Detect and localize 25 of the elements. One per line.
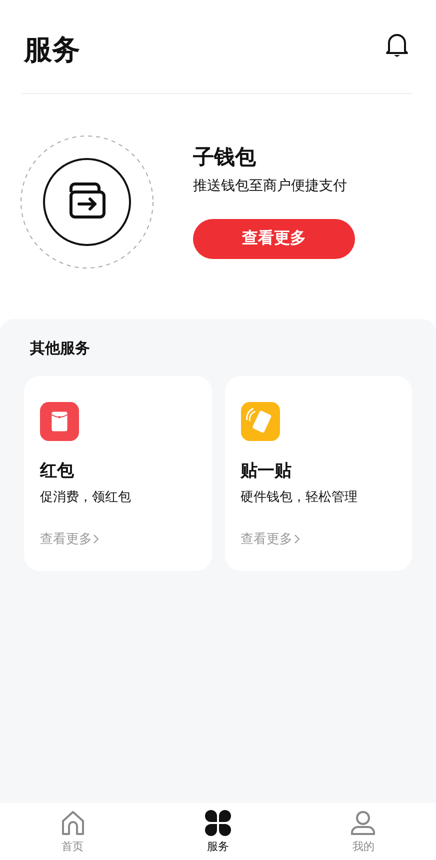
tab-item[interactable]: 服务 xyxy=(178,803,258,860)
feature-title: 子钱包 xyxy=(193,144,256,170)
feature-description: 推送钱包至商户便捷支付 xyxy=(193,176,347,194)
section-title: 其他服务 xyxy=(30,339,90,358)
service-card[interactable]: 贴一贴 硬件钱包，轻松管理 查看更多 xyxy=(224,376,412,571)
view-more-link[interactable]: 查看更多 xyxy=(40,530,99,548)
service-description: 硬件钱包，轻松管理 xyxy=(240,489,358,506)
service-card[interactable]: 红包 促消费，领红包 查看更多 xyxy=(24,376,212,571)
tab-item[interactable]: 首页 xyxy=(32,803,113,860)
view-more-button[interactable]: 查看更多 xyxy=(193,218,355,258)
chevron-icon xyxy=(294,534,300,544)
four-petal-icon xyxy=(204,810,231,836)
home-icon xyxy=(60,810,86,836)
wallet-icon xyxy=(19,134,155,270)
bell-icon[interactable] xyxy=(385,32,409,58)
service-title: 贴一贴 xyxy=(240,460,292,482)
page-title: 服务 xyxy=(24,32,80,68)
chevron-icon xyxy=(93,534,99,544)
phone-tap-icon xyxy=(240,402,280,441)
view-more-link[interactable]: 查看更多 xyxy=(240,530,300,548)
envelope-icon xyxy=(40,402,79,441)
tab-item[interactable]: 我的 xyxy=(323,803,404,860)
person-icon xyxy=(350,810,376,836)
service-title: 红包 xyxy=(40,460,74,482)
service-description: 促消费，领红包 xyxy=(40,489,131,506)
